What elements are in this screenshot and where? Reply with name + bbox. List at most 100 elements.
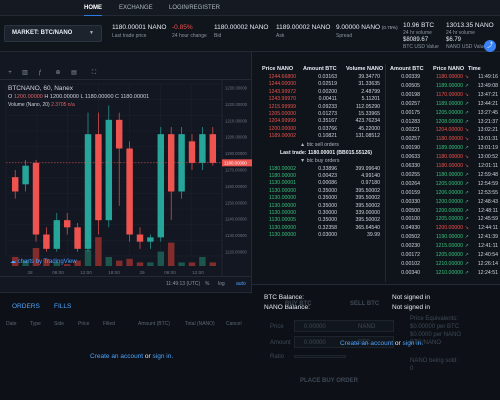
percent-scale-toggle[interactable]: % bbox=[205, 281, 209, 287]
nav-login-register[interactable]: LOGIN/REGISTER bbox=[169, 0, 220, 16]
volume-value: 2.3705 n/a bbox=[51, 102, 75, 108]
trade-price: 1210.00000 bbox=[435, 260, 463, 267]
x-tick-label: 29 bbox=[139, 270, 145, 275]
fullscreen-icon[interactable]: ⛶ bbox=[90, 69, 98, 77]
trade-amount: 0.00175 bbox=[401, 109, 420, 116]
candles-icon[interactable]: ▥ bbox=[21, 69, 29, 77]
nav-home[interactable]: HOME bbox=[84, 0, 102, 16]
candlestick-chart[interactable]: 1230.00000 1220.00000 1210.00000 1200.00000… bbox=[0, 80, 252, 276]
btc-volume-stat: 10.96 BTC 24 hr volume $8089.67 BTC USD … bbox=[403, 22, 439, 50]
candle-body bbox=[157, 134, 165, 238]
spread-value: 9.00000 NANO bbox=[336, 24, 381, 31]
orders-panel: ORDERS FILLS Date Type Side Price Filled Amou… bbox=[0, 292, 252, 400]
trade-price: 1205.00000 bbox=[435, 252, 463, 258]
chevron-down-icon: ▼ bbox=[89, 30, 94, 36]
trade-time: 13:02:21 bbox=[477, 127, 498, 134]
trade-time: 13:27:45 bbox=[477, 109, 498, 116]
orders-column-header: Amount (BTC) bbox=[138, 321, 170, 327]
tab-orders[interactable]: ORDERS bbox=[12, 303, 40, 310]
trade-time: 12:45:59 bbox=[477, 216, 498, 223]
trade-price: 1200.00000 bbox=[435, 207, 463, 214]
chart-title: BTCNANO, 60, Nanex bbox=[8, 85, 74, 92]
volume-bar bbox=[136, 262, 144, 266]
auto-scale-toggle[interactable]: auto bbox=[236, 281, 246, 287]
trade-time: 13:00:52 bbox=[477, 154, 498, 161]
trade-time: 12:41:39 bbox=[477, 234, 498, 241]
price-unit: NANO bbox=[358, 324, 376, 330]
candle-body bbox=[126, 148, 133, 235]
chart-bottom-bar: 11:49:13 (UTC) % log auto bbox=[0, 276, 252, 292]
tab-fills[interactable]: FILLS bbox=[54, 303, 71, 310]
x-tick-label: 06:00 bbox=[164, 270, 176, 275]
orders-column-header: Total (NANO) bbox=[185, 321, 215, 327]
history-header: Time bbox=[468, 66, 481, 72]
trade-price: 1204.00000 bbox=[435, 127, 463, 134]
btc-usd-label: BTC USD Value bbox=[403, 44, 439, 50]
sell-btc-tab[interactable]: SELL BTC bbox=[350, 301, 379, 307]
sign-in-link[interactable]: sign in. bbox=[153, 353, 174, 360]
trade-time: 12:24:51 bbox=[477, 269, 498, 276]
orders-column-header: Filled bbox=[103, 321, 115, 327]
volume-label: Volume (Nano, 20) bbox=[8, 102, 50, 108]
crosshair-icon[interactable]: + bbox=[6, 69, 14, 77]
trade-amount: 0.00339 bbox=[401, 74, 420, 80]
trade-time: 11:49:16 bbox=[478, 74, 498, 80]
tradingview-branding[interactable]: ☁ charts by TradingView bbox=[10, 258, 77, 265]
nano-being-sold-value: 0 bbox=[410, 366, 414, 372]
log-scale-toggle[interactable]: log bbox=[218, 281, 225, 287]
trade-history-row: 0.00190 1189.00000 ↗ 13:01:19 bbox=[252, 145, 500, 152]
nano-being-sold-label: NANO being sold: bbox=[410, 358, 459, 364]
trade-history-row: 0.00502 1190.00000 ↗ 12:41:39 bbox=[252, 234, 500, 241]
compare-icon[interactable]: ⊕ bbox=[54, 69, 62, 77]
candle-body bbox=[209, 134, 217, 163]
buy-btc-tab[interactable]: BUY BTC bbox=[285, 301, 312, 307]
trade-amount: 0.00190 bbox=[401, 145, 420, 152]
buy-form-signin-prompt: Create an account or sign in. bbox=[340, 340, 423, 347]
ask-stat: 1189.00002 NANO Ask bbox=[276, 24, 330, 39]
history-header: Price NANO bbox=[433, 66, 465, 72]
y-tick-label: 1210.00000 bbox=[225, 118, 248, 123]
price-chart-panel: + ▥ ƒ ⊕ ▤ ⛶ 1230.00000 1220.00000 1210.000… bbox=[0, 52, 252, 292]
nav-exchange[interactable]: EXCHANGE bbox=[119, 0, 153, 16]
trade-history-row: 0.00175 1205.00000 ↗ 13:27:45 bbox=[252, 110, 500, 117]
candle-body bbox=[11, 177, 19, 192]
volume-bar bbox=[188, 262, 196, 266]
trade-price: 1210.00000 bbox=[435, 269, 463, 276]
candle-body bbox=[147, 237, 154, 242]
trade-time: 13:49:08 bbox=[477, 82, 498, 89]
price-label: Price bbox=[270, 324, 284, 330]
trade-history-row: 0.00159 1206.00000 ↗ 12:53:55 bbox=[252, 190, 500, 197]
btc-volume-value: 10.96 BTC bbox=[403, 22, 435, 29]
trade-amount: 0.00100 bbox=[401, 216, 420, 223]
chart-properties-icon[interactable]: ▤ bbox=[70, 69, 78, 77]
trade-price: 1205.00000 bbox=[435, 109, 463, 116]
volume-bar bbox=[84, 249, 92, 266]
candle-body bbox=[63, 220, 71, 228]
share-icon[interactable]: ⤴ bbox=[484, 40, 496, 52]
x-tick-label: 06:00 bbox=[52, 270, 64, 275]
indicators-icon[interactable]: ƒ bbox=[36, 69, 44, 77]
create-account-link[interactable]: Create an account bbox=[90, 353, 143, 360]
candle-body bbox=[43, 234, 50, 249]
spread-stat: 9.00000 NANO (0.75%) Spread bbox=[336, 24, 398, 39]
last-price-badge-label: 1180.00000 bbox=[224, 160, 247, 165]
sign-in-link[interactable]: sign in. bbox=[403, 340, 424, 347]
y-tick-label: 1170.00000 bbox=[225, 168, 247, 173]
create-account-link[interactable]: Create an account bbox=[340, 340, 393, 347]
trade-price: 1189.00000 bbox=[435, 100, 463, 107]
trade-time: 12:48:11 bbox=[478, 207, 498, 214]
market-select[interactable]: MARKET: BTC/NANO ▼ bbox=[4, 25, 102, 42]
ratio-slider[interactable] bbox=[294, 355, 346, 358]
trade-amount: 0.00505 bbox=[401, 82, 420, 89]
trade-time: 12:26:14 bbox=[477, 260, 498, 267]
volume-bar bbox=[126, 258, 133, 266]
y-tick-label: 1150.00000 bbox=[225, 200, 247, 205]
trade-history-row: 0.00500 1200.00000 ↗ 12:48:11 bbox=[252, 208, 500, 215]
place-buy-order-button[interactable]: PLACE BUY ORDER bbox=[300, 378, 358, 384]
or-text: or bbox=[393, 340, 403, 347]
bid-label: Bid bbox=[214, 33, 222, 39]
candle-body bbox=[199, 134, 206, 163]
top-navigation: HOME EXCHANGE LOGIN/REGISTER bbox=[0, 0, 500, 16]
bid-value: 1180.00002 NANO bbox=[214, 24, 269, 31]
change-label: 24 hour change bbox=[172, 33, 207, 39]
